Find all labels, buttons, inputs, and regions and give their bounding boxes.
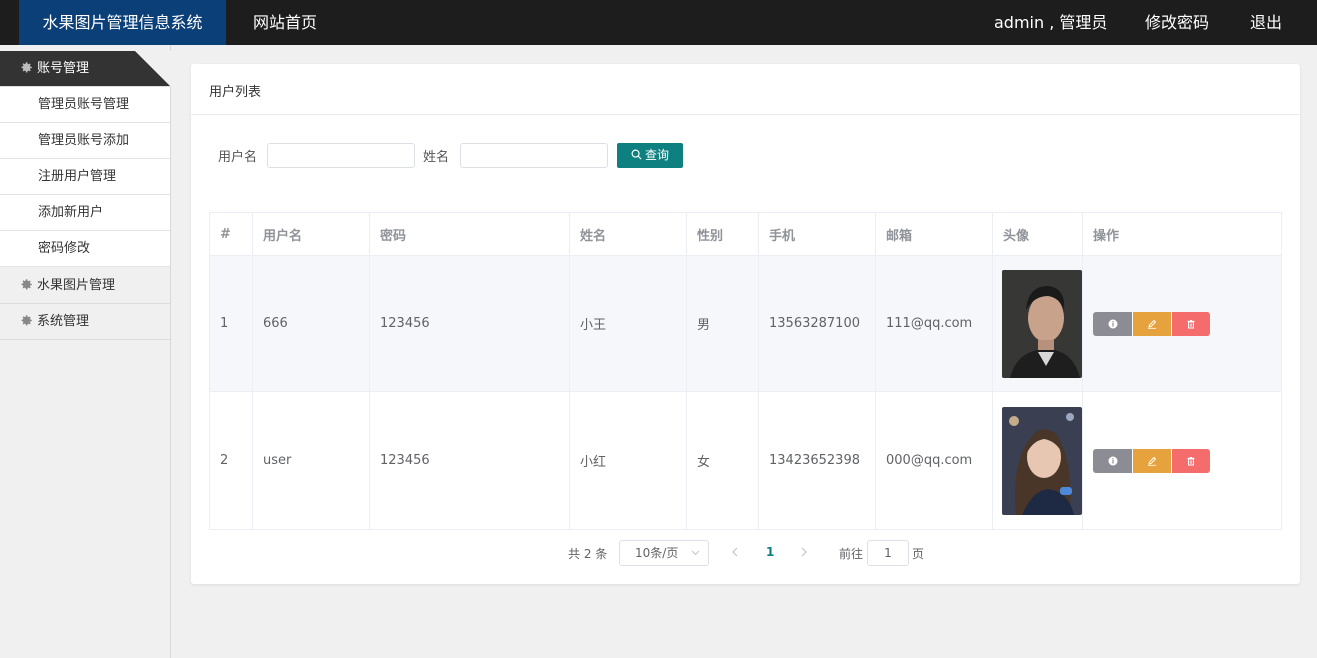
table-row: 2 user 123456 小红 女 13423652398 000@qq.co…	[210, 392, 1281, 529]
header-cell: 邮箱	[876, 213, 993, 255]
delete-button[interactable]	[1171, 448, 1210, 473]
cell-username: 666	[253, 256, 370, 391]
cell-gender: 男	[687, 256, 759, 391]
change-password-link[interactable]: 修改密码	[1145, 0, 1209, 45]
cell-phone: 13423652398	[759, 392, 876, 529]
search-button-label: 查询	[644, 148, 669, 162]
chevron-down-icon	[691, 550, 700, 556]
header-cell: 手机	[759, 213, 876, 255]
home-link[interactable]: 网站首页	[253, 0, 317, 45]
divider	[191, 114, 1300, 115]
cell-index: 1	[210, 256, 253, 391]
header-cell: 操作	[1093, 228, 1120, 244]
delete-button[interactable]	[1171, 311, 1210, 336]
table-row: 1 666 123456 小王 男 13563287100 111@qq.com	[210, 256, 1281, 392]
header-cell: 头像	[993, 213, 1083, 255]
header-cell: 密码	[370, 213, 570, 255]
page-unit-label: 页	[912, 547, 925, 561]
cell-username: user	[253, 392, 370, 529]
header-cell: 姓名	[570, 213, 687, 255]
cell-name: 小红	[570, 392, 687, 529]
sidebar-item-registered-users[interactable]: 注册用户管理	[0, 159, 170, 195]
chevron-right-icon[interactable]	[800, 545, 808, 559]
sidebar-item-admin-accounts[interactable]: 管理员账号管理	[0, 87, 170, 123]
cell-avatar	[993, 392, 1083, 529]
sidebar-item-change-password[interactable]: 密码修改	[0, 231, 170, 267]
total-count: 共 2 条	[568, 547, 608, 561]
sidebar-group-fruit-images[interactable]: 水果图片管理	[0, 268, 170, 304]
page-size-value: 10条/页	[635, 546, 679, 560]
cell-phone: 13563287100	[759, 256, 876, 391]
action-group	[1093, 311, 1210, 336]
cell-avatar	[993, 256, 1083, 391]
top-bar: 水果图片管理信息系统 网站首页 admin , 管理员 修改密码 退出	[0, 0, 1317, 45]
gear-icon	[21, 62, 32, 73]
pagination: 共 2 条 10条/页 1 前往 1 页	[191, 540, 1300, 566]
sidebar-group-label: 系统管理	[37, 314, 90, 329]
chevron-left-icon[interactable]	[731, 545, 739, 559]
cell-actions	[1083, 256, 1281, 391]
user-table: # 用户名 密码 姓名 性别 手机 邮箱 头像 操作 1 666 123456 …	[209, 212, 1282, 530]
info-icon	[1108, 456, 1117, 465]
gear-icon	[21, 279, 32, 290]
edit-icon	[1148, 319, 1157, 329]
cell-password: 123456	[370, 392, 570, 529]
sidebar: 账号管理 管理员账号管理 管理员账号添加 注册用户管理 添加新用户 密码修改 水…	[0, 45, 171, 658]
view-button[interactable]	[1093, 448, 1132, 473]
page-size-select[interactable]: 10条/页	[619, 540, 709, 566]
trash-icon	[1187, 456, 1195, 465]
username-input[interactable]	[267, 143, 415, 168]
search-icon	[631, 149, 642, 160]
info-icon	[1108, 319, 1117, 328]
avatar	[1002, 269, 1082, 378]
cell-password: 123456	[370, 256, 570, 391]
sidebar-group-label: 账号管理	[37, 61, 90, 76]
search-button[interactable]: 查询	[617, 143, 683, 168]
username-label: 用户名	[218, 150, 258, 165]
table-header: # 用户名 密码 姓名 性别 手机 邮箱 头像 操作	[210, 213, 1281, 256]
user-list-card: 用户列表 用户名 姓名 查询 # 用户名 密码 姓名 性别 手机 邮箱 头像 操…	[191, 64, 1300, 584]
header-cell: #	[210, 213, 253, 255]
cell-gender: 女	[687, 392, 759, 529]
edit-icon	[1148, 456, 1157, 466]
header-cell: 用户名	[253, 213, 370, 255]
edit-button[interactable]	[1132, 448, 1171, 473]
trash-icon	[1187, 319, 1195, 328]
current-user: admin , 管理员	[994, 13, 1108, 32]
gear-icon	[21, 315, 32, 326]
card-title: 用户列表	[209, 85, 262, 100]
goto-label: 前往	[839, 547, 864, 561]
cell-index: 2	[210, 392, 253, 529]
sidebar-item-add-user[interactable]: 添加新用户	[0, 195, 170, 231]
header-cell: 性别	[687, 213, 759, 255]
app-title: 水果图片管理信息系统	[19, 0, 226, 45]
edit-button[interactable]	[1132, 311, 1171, 336]
goto-page-input[interactable]: 1	[867, 540, 909, 566]
sidebar-group-account[interactable]: 账号管理	[0, 51, 171, 87]
action-group	[1093, 448, 1210, 473]
avatar	[1002, 406, 1082, 515]
cell-email: 000@qq.com	[876, 392, 993, 529]
name-label: 姓名	[423, 150, 450, 165]
sidebar-item-add-admin[interactable]: 管理员账号添加	[0, 123, 170, 159]
name-input[interactable]	[460, 143, 608, 168]
cell-name: 小王	[570, 256, 687, 391]
active-indicator	[135, 51, 171, 87]
cell-actions	[1083, 392, 1281, 529]
cell-email: 111@qq.com	[876, 256, 993, 391]
view-button[interactable]	[1093, 311, 1132, 336]
logout-link[interactable]: 退出	[1250, 0, 1282, 45]
sidebar-group-label: 水果图片管理	[37, 278, 116, 293]
page-number-current[interactable]: 1	[766, 545, 774, 559]
sidebar-group-system[interactable]: 系统管理	[0, 304, 170, 340]
